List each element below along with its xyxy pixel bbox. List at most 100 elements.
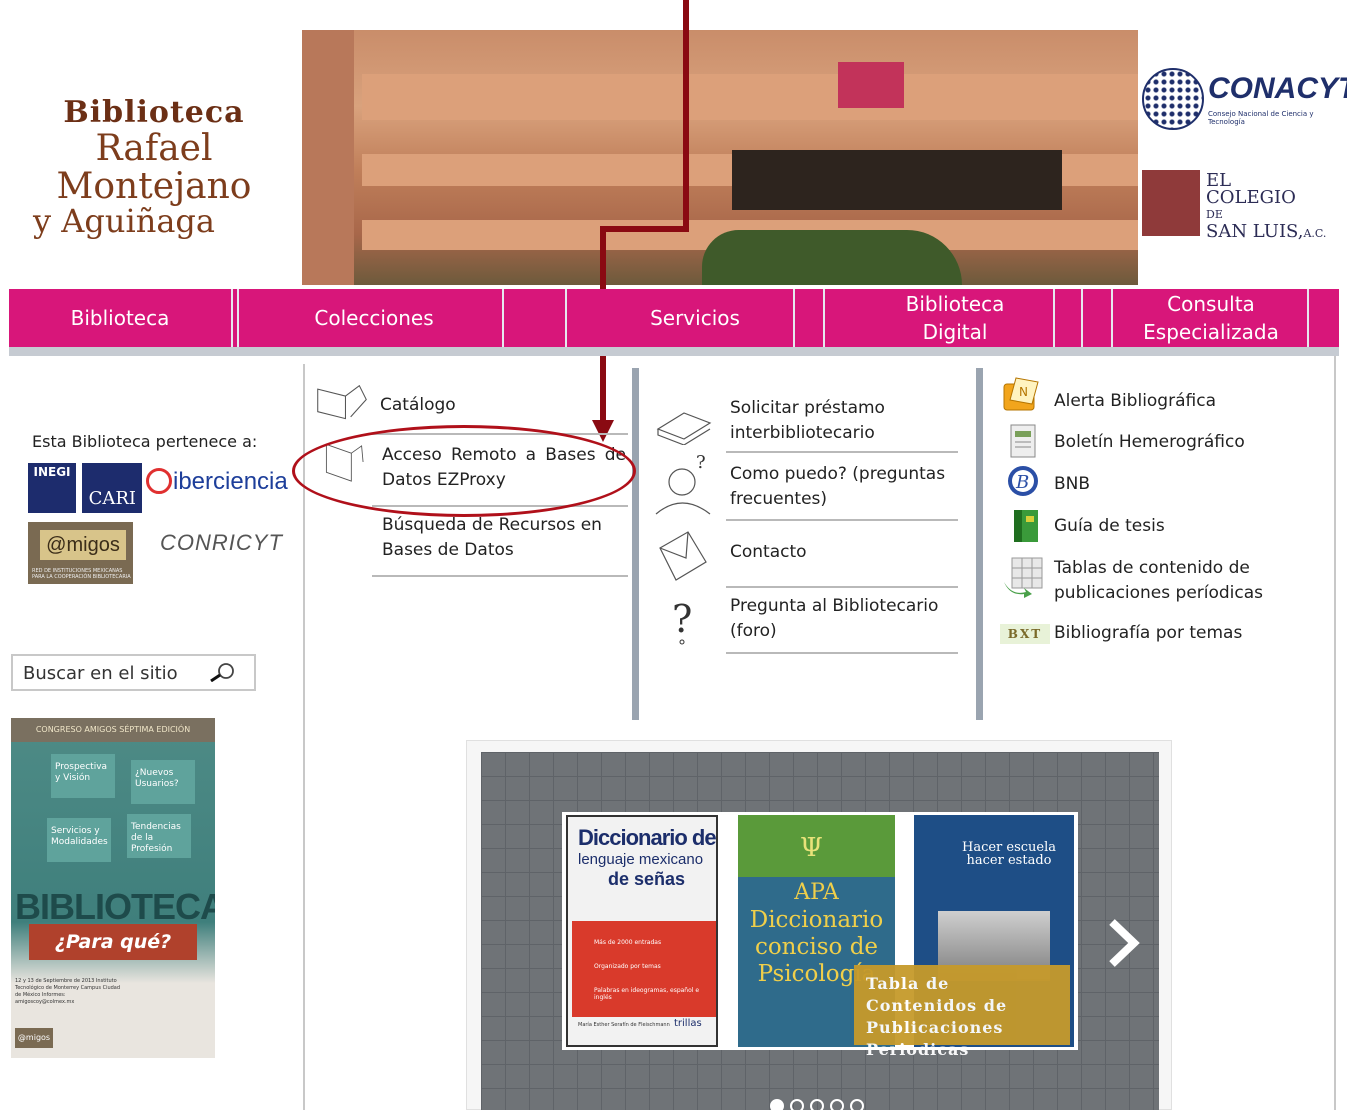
coleccion-busqueda-recursos[interactable]: Búsqueda de Recursos en Bases de Datos (382, 513, 610, 563)
newsletter-icon (1010, 424, 1036, 458)
cari-logo[interactable]: CARI (82, 463, 142, 513)
nav-item-biblioteca-digital-label: Biblioteca Digital (905, 292, 1005, 344)
servicio-foro-label: Pregunta al Bibliotecario (foro) (730, 596, 939, 641)
list-separator (726, 451, 958, 453)
library-name-line3: y Aguiñaga (33, 202, 215, 240)
servicio-faq-label: Como puedo? (preguntas frecuentes) (730, 464, 946, 509)
ciberciencia-logo-text: iberciencia (173, 468, 288, 495)
book1-bullet: Más de 2000 entradas (594, 939, 662, 946)
book1-title-b: lenguaje mexicano (578, 851, 704, 868)
colegio-emblem-icon (1142, 170, 1200, 236)
colegio-san-luis-logo[interactable]: EL COLEGIO DE SAN LUIS,A.C. (1142, 170, 1342, 241)
header-banner-image (302, 30, 1138, 285)
pertenece-label: Esta Biblioteca pertenece a: (32, 432, 258, 451)
book1-bullet: Organizado por temas (594, 963, 661, 970)
inegi-logo[interactable]: INEGI (28, 463, 76, 513)
digital-tablas-contenido[interactable]: Tablas de contenido de publicaciones per… (1054, 556, 1280, 606)
annotation-highlight-ellipse (292, 425, 636, 517)
book2-apa: APA (794, 880, 839, 905)
book1-bullet: Palabras en ideogramas, español e inglés (594, 987, 700, 1001)
book3-title: Hacer escuela hacer estado (961, 840, 1057, 868)
digital-alerta-bibliografica[interactable]: Alerta Bibliográfica (1054, 389, 1216, 414)
table-icon (1004, 557, 1043, 598)
thesis-icon (1014, 510, 1038, 542)
nav-item-colecciones[interactable]: Colecciones (239, 289, 509, 347)
amigos-logo-text: @migos (40, 530, 126, 560)
colegio-suffix: A.C. (1303, 227, 1327, 240)
main-nav: Biblioteca Colecciones Servicios Bibliot… (9, 289, 1339, 355)
poster-sign-2: ¿Nuevos Usuarios? (131, 760, 195, 804)
site-search-button[interactable]: Buscar en el sitio (11, 654, 256, 691)
book1-author: María Esther Serafín de Fleischmann (578, 1022, 670, 1028)
envelope-icon (659, 531, 707, 581)
conacyt-subtitle: Consejo Nacional de Ciencia y Tecnología (1208, 110, 1314, 126)
poster-sign-4: Tendencias de la Profesión (127, 814, 191, 858)
carousel-dot[interactable] (850, 1099, 864, 1113)
carousel-dot[interactable] (810, 1099, 824, 1113)
colegio-line2: COLEGIO (1206, 187, 1296, 208)
servicio-prestamo-label: Solicitar préstamo interbibliotecario (730, 398, 885, 443)
bxt-icon: BXT (1000, 624, 1050, 644)
carousel-caption[interactable]: Tabla de Contenidos de Publicaciones Per… (854, 965, 1070, 1059)
svg-text:?: ? (672, 597, 692, 641)
carousel-dot-active[interactable] (770, 1099, 784, 1113)
coleccion-catalogo[interactable]: Catálogo (380, 393, 456, 418)
conricyt-logo[interactable]: CONRICYT (160, 530, 283, 556)
psi-icon: Ψ (800, 833, 823, 863)
poster-sign-1: Prospectiva y Visión (51, 754, 115, 798)
bnb-icon: B (1008, 466, 1038, 496)
ciberciencia-logo[interactable]: iberciencia (146, 468, 288, 496)
ciberciencia-c-icon (146, 468, 172, 494)
column-divider (1334, 356, 1336, 1110)
nav-item-biblioteca-digital[interactable]: Biblioteca Digital (837, 289, 1073, 347)
servicio-foro[interactable]: Pregunta al Bibliotecario (foro) (730, 594, 955, 644)
column-divider (632, 368, 639, 720)
book-icon (656, 412, 712, 445)
annotation-arrow-head-icon (592, 420, 614, 442)
search-icon (210, 663, 234, 682)
servicio-faq[interactable]: Como puedo? (preguntas frecuentes) (730, 462, 960, 512)
nav-item-consulta-especializada[interactable]: Consulta Especializada (1113, 289, 1309, 347)
conacyt-dots-icon (1142, 68, 1204, 130)
carousel-dot[interactable] (790, 1099, 804, 1113)
book1-bullets: Más de 2000 entradas Organizado por tema… (572, 921, 716, 1017)
digital-guia-tesis[interactable]: Guía de tesis (1054, 514, 1165, 539)
library-logo[interactable]: Biblioteca Rafael Montejano y Aguiñaga (8, 95, 300, 238)
nav-item-biblioteca[interactable]: Biblioteca (9, 289, 231, 347)
chevron-right-icon[interactable] (1104, 918, 1140, 968)
library-name-line1: Biblioteca (63, 95, 245, 130)
nav-item-servicios[interactable]: Servicios (567, 289, 823, 347)
poster-footer: 12 y 13 de Septiembre de 2013 Instituto … (15, 978, 121, 1005)
nav-underline (9, 347, 1339, 356)
cari-logo-text: CARI (88, 488, 136, 509)
carousel-pagination (770, 1098, 870, 1118)
conacyt-logo[interactable]: CONACYT Consejo Nacional de Ciencia y Te… (1142, 68, 1347, 130)
list-separator (726, 652, 958, 654)
annotation-arrow-line (683, 0, 689, 232)
svg-text:B: B (1015, 472, 1029, 493)
carousel-dot[interactable] (830, 1099, 844, 1113)
congreso-amigos-poster[interactable]: CONGRESO AMIGOS SÉPTIMA EDICIÓN Prospect… (11, 718, 215, 1058)
conricyt-logo-text: CONRICYT (160, 530, 283, 555)
inegi-logo-text: INEGI (33, 465, 71, 479)
open-book-icon (317, 384, 367, 420)
digital-boletin-hemerografico[interactable]: Boletín Hemerográfico (1054, 430, 1245, 455)
list-separator (726, 519, 958, 521)
list-separator (372, 575, 628, 577)
servicio-contacto[interactable]: Contacto (730, 540, 807, 565)
alert-icon: N (1003, 377, 1039, 411)
poster-title: BIBLIOTECAS (15, 886, 215, 927)
book1-publisher: trillas (674, 1018, 702, 1029)
colegio-line4: SAN LUIS, (1206, 221, 1304, 242)
site-search-label: Buscar en el sitio (23, 663, 178, 684)
amigos-logo[interactable]: @migos RED DE INSTITUCIONES MEXICANAS PA… (28, 522, 133, 584)
servicio-prestamo[interactable]: Solicitar préstamo interbibliotecario (730, 396, 910, 446)
book1-title-c: de señas (608, 869, 686, 889)
book-cover-diccionario-senas[interactable]: Diccionario de lenguaje mexicano de seña… (566, 815, 718, 1047)
person-question-icon: ? (655, 454, 711, 515)
digital-bibliografia-temas[interactable]: Bibliografía por temas (1054, 621, 1242, 646)
conacyt-name: CONACYT (1208, 72, 1347, 105)
poster-header: CONGRESO AMIGOS SÉPTIMA EDICIÓN (11, 718, 215, 742)
digital-bnb[interactable]: BNB (1054, 472, 1090, 497)
list-separator (726, 586, 958, 588)
